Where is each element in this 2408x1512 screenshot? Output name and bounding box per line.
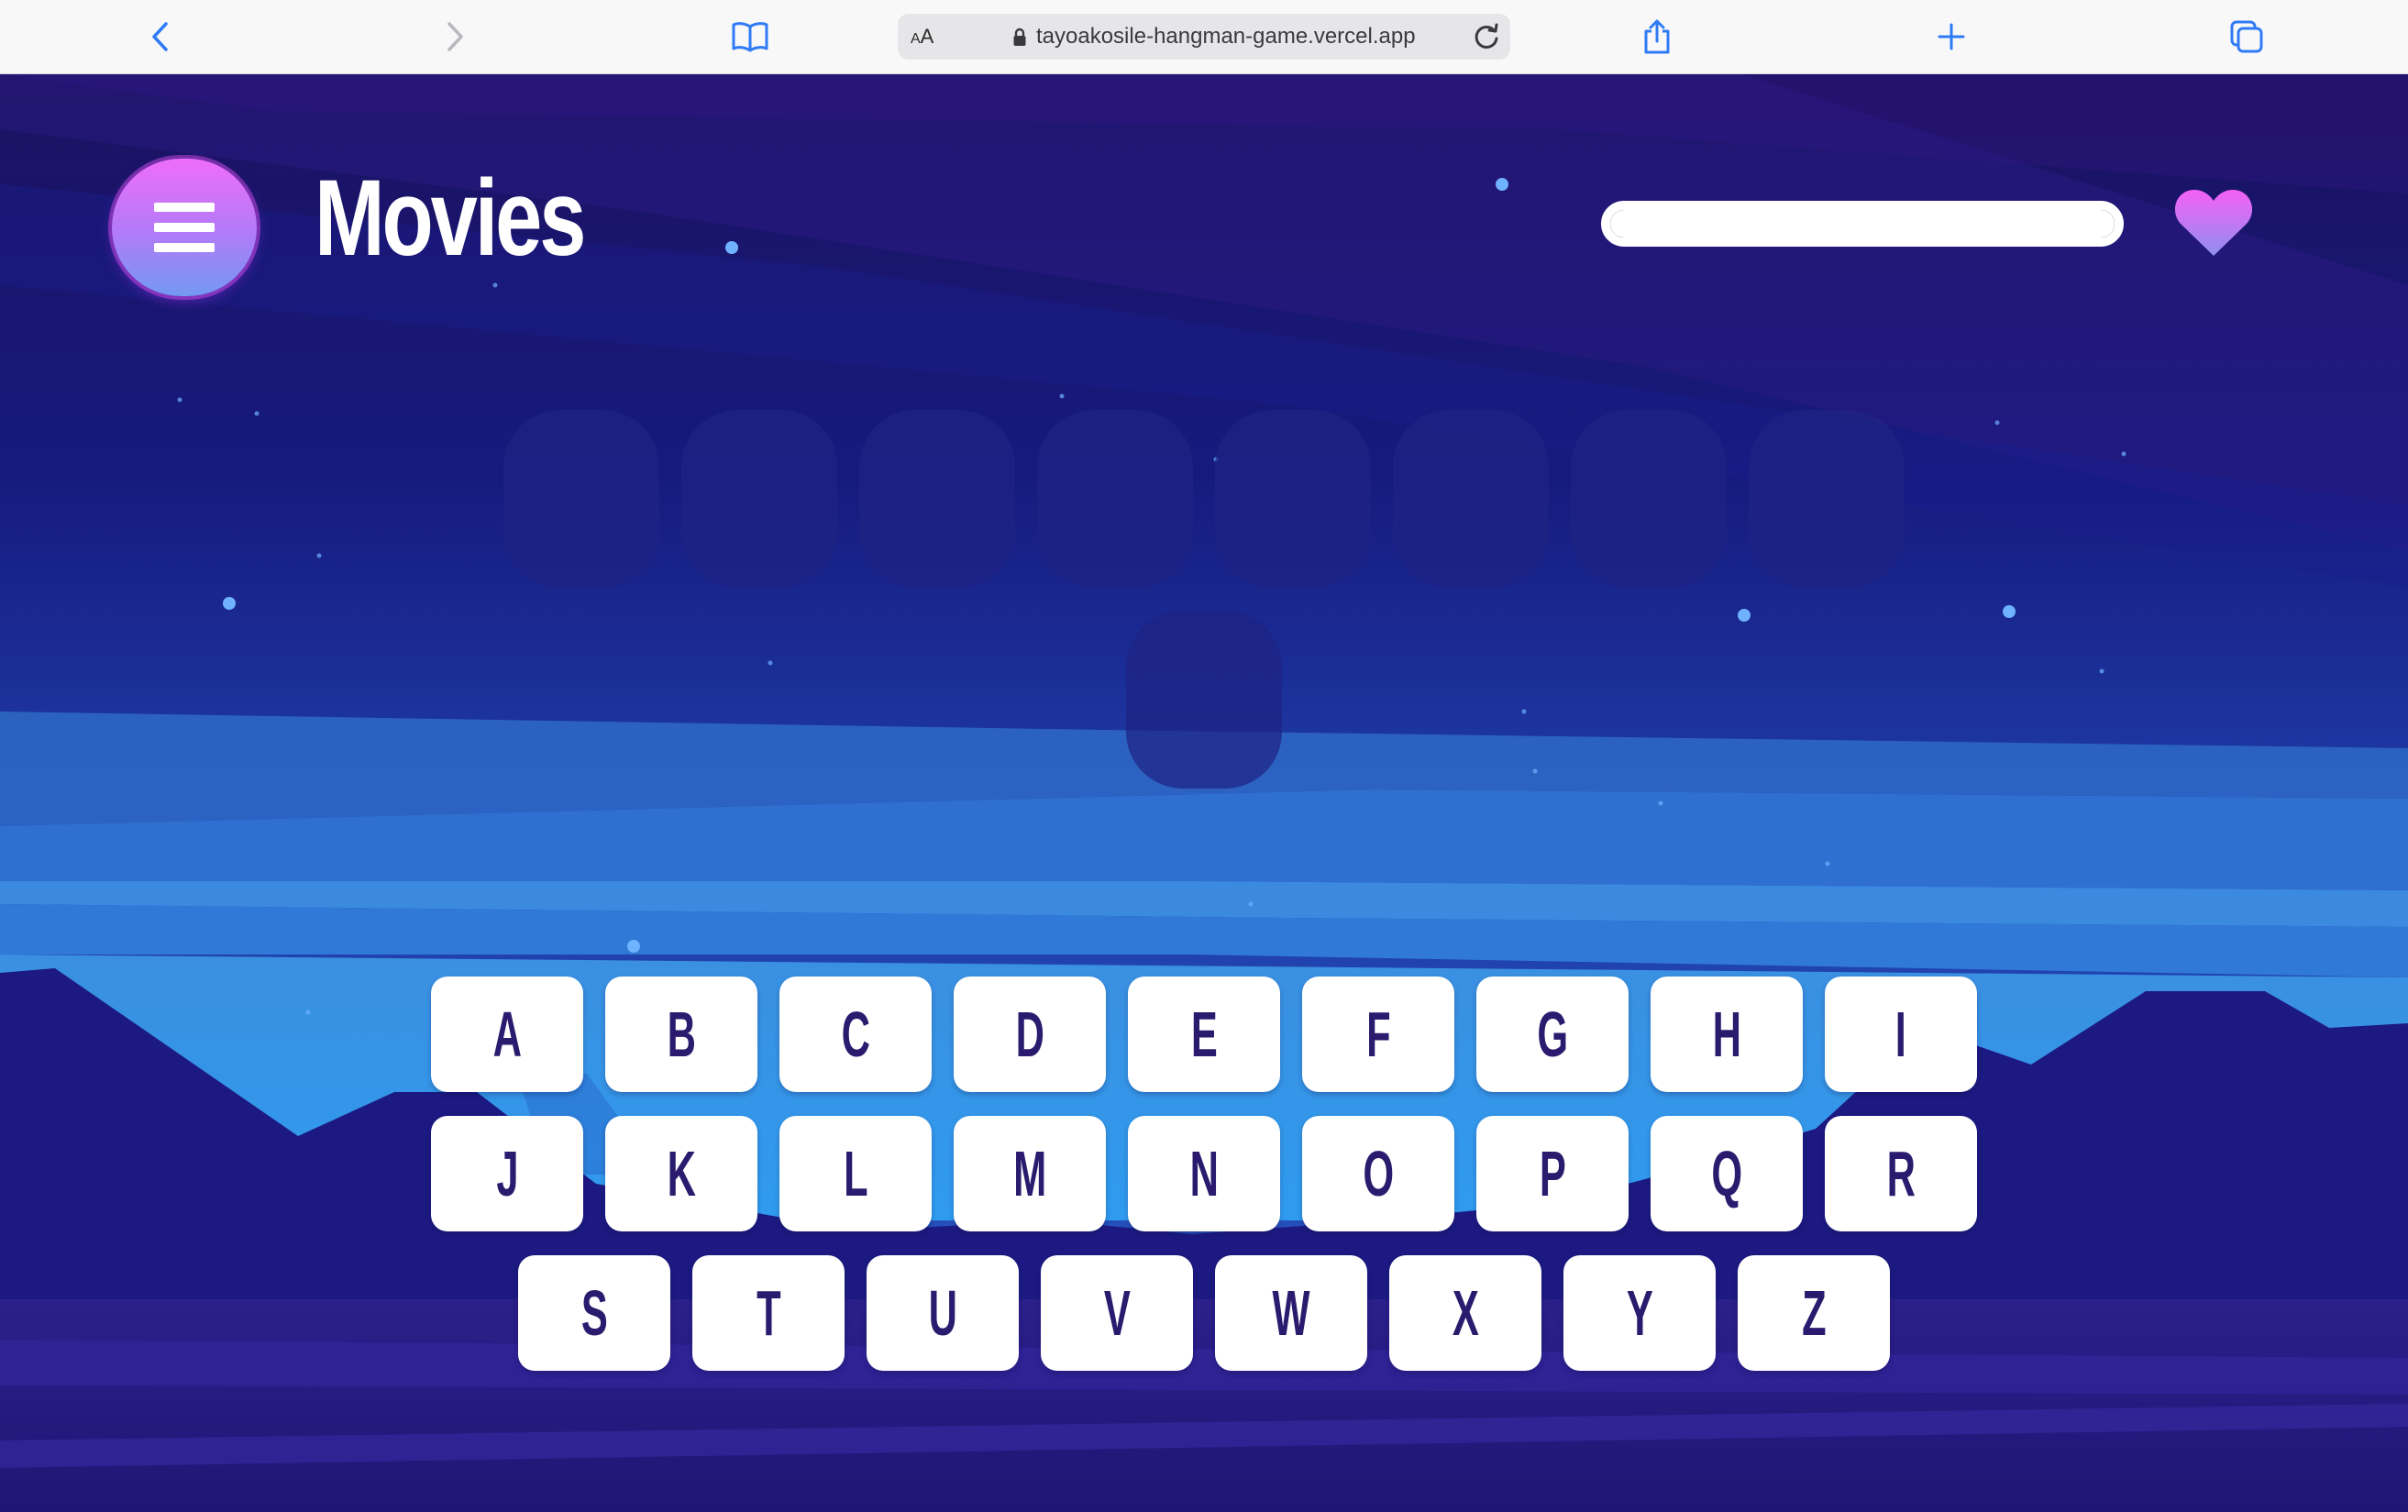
letter-key[interactable]: C: [779, 977, 932, 1092]
letter-key[interactable]: O: [1302, 1116, 1454, 1231]
letter-key[interactable]: K: [605, 1116, 757, 1231]
letter-slot: [1215, 410, 1371, 588]
letter-key-label: P: [1539, 1138, 1566, 1209]
letter-key[interactable]: N: [1128, 1116, 1280, 1231]
letter-key[interactable]: L: [779, 1116, 932, 1231]
letter-key[interactable]: I: [1825, 977, 1977, 1092]
letter-key[interactable]: G: [1476, 977, 1629, 1092]
letter-key-label: A: [492, 999, 522, 1070]
letter-key[interactable]: J: [431, 1116, 583, 1231]
letter-key[interactable]: Q: [1651, 1116, 1803, 1231]
letter-key-label: C: [841, 999, 870, 1070]
letter-key[interactable]: X: [1389, 1255, 1541, 1371]
letter-key[interactable]: Y: [1563, 1255, 1716, 1371]
menu-button[interactable]: [112, 159, 257, 296]
letter-slot: [1126, 611, 1282, 789]
reader-settings-button[interactable]: AA: [911, 23, 933, 53]
letter-slot: [859, 410, 1015, 588]
back-button[interactable]: [135, 11, 186, 62]
letter-key-label: V: [1103, 1277, 1131, 1349]
letter-key[interactable]: F: [1302, 977, 1454, 1092]
letter-key[interactable]: A: [431, 977, 583, 1092]
letter-key-label: J: [495, 1138, 519, 1209]
letter-key[interactable]: E: [1128, 977, 1280, 1092]
letter-key-label: B: [667, 999, 696, 1070]
letter-slot: [503, 410, 659, 588]
letter-key-label: U: [928, 1277, 957, 1349]
game-screen: Movies A B C D E F G H I J K L M N O P Q R S T U V W X Y Z: [0, 74, 2408, 1512]
health-bar-fill: [1610, 210, 2115, 237]
night-sky-background: [0, 74, 2408, 1512]
letter-key-label: D: [1015, 999, 1044, 1070]
letter-key[interactable]: P: [1476, 1116, 1629, 1231]
letter-key-label: I: [1894, 999, 1907, 1070]
tabs-overview-button[interactable]: [2221, 11, 2272, 62]
letter-key-label: Z: [1801, 1277, 1827, 1349]
letter-key[interactable]: B: [605, 977, 757, 1092]
forward-button[interactable]: [429, 11, 480, 62]
letter-key-label: R: [1886, 1138, 1916, 1209]
category-title: Movies: [315, 158, 586, 279]
share-button[interactable]: [1631, 11, 1683, 62]
bookmarks-icon: [732, 22, 768, 52]
letter-key-label: E: [1190, 999, 1218, 1070]
letter-key[interactable]: U: [867, 1255, 1019, 1371]
url-display[interactable]: tayoakosile-hangman-game.vercel.app: [1012, 14, 1416, 60]
letter-key[interactable]: Z: [1738, 1255, 1890, 1371]
lock-icon: [1013, 28, 1026, 46]
letter-key-label: F: [1365, 999, 1391, 1070]
letter-slot: [681, 410, 837, 588]
letter-key-label: K: [667, 1138, 696, 1209]
letter-key-label: O: [1363, 1138, 1394, 1209]
letter-slot: [1749, 410, 1905, 588]
letter-key[interactable]: H: [1651, 977, 1803, 1092]
letter-key-label: N: [1189, 1138, 1219, 1209]
letter-key-label: X: [1452, 1277, 1479, 1349]
letter-key-label: Y: [1626, 1277, 1653, 1349]
letter-key-label: W: [1272, 1277, 1310, 1349]
letter-key[interactable]: V: [1041, 1255, 1193, 1371]
letter-slot: [1037, 410, 1193, 588]
address-bar[interactable]: AA tayoakosile-hangman-game.vercel.app: [898, 14, 1510, 60]
letter-slot: [1571, 410, 1727, 588]
new-tab-button[interactable]: [1926, 11, 1977, 62]
letter-key-label: Q: [1711, 1138, 1742, 1209]
letter-key[interactable]: T: [692, 1255, 845, 1371]
letter-key-label: S: [580, 1277, 608, 1349]
tabs-icon: [2230, 20, 2263, 53]
reload-icon: [1475, 23, 1498, 49]
bookmarks-button[interactable]: [724, 11, 776, 62]
letter-key-label: L: [843, 1138, 868, 1209]
letter-key-label: M: [1012, 1138, 1047, 1209]
heart-icon: [2174, 190, 2253, 256]
letter-key-label: H: [1712, 999, 1741, 1070]
chevron-right-icon: [447, 22, 463, 51]
letter-key[interactable]: R: [1825, 1116, 1977, 1231]
letter-key-label: G: [1537, 999, 1568, 1070]
plus-icon: [1938, 23, 1965, 50]
reload-button[interactable]: [1470, 20, 1503, 53]
browser-toolbar: AA tayoakosile-hangman-game.vercel.app: [0, 0, 2408, 74]
letter-key[interactable]: M: [954, 1116, 1106, 1231]
letter-slot: [1393, 410, 1549, 588]
url-text: tayoakosile-hangman-game.vercel.app: [1036, 24, 1416, 49]
health-bar: [1601, 201, 2124, 247]
chevron-left-icon: [152, 22, 168, 51]
letter-key[interactable]: S: [518, 1255, 670, 1371]
letter-key[interactable]: D: [954, 977, 1106, 1092]
letter-key[interactable]: W: [1215, 1255, 1367, 1371]
share-icon: [1644, 19, 1670, 54]
letter-key-label: T: [756, 1277, 781, 1349]
hamburger-menu-icon: [154, 203, 215, 252]
